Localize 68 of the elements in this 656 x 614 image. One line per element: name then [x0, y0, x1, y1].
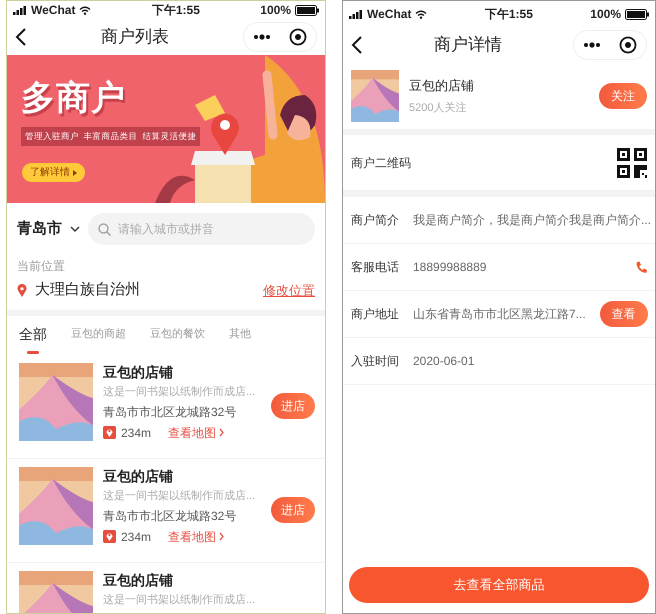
battery-icon [625, 8, 649, 20]
back-icon[interactable] [15, 28, 27, 46]
location-pin-icon [17, 284, 27, 297]
info-value: 我是商户简介，我是商户简介我是商户简介... [413, 212, 652, 229]
category-tab[interactable]: 豆包的餐饮 [150, 318, 205, 352]
store-distance: 234m [121, 528, 152, 546]
chevron-right-icon [219, 532, 224, 541]
store-name: 豆包的店铺 [103, 362, 174, 380]
battery-percent: 100% [260, 2, 291, 19]
details-button[interactable]: 了解详情 [22, 163, 85, 182]
more-icon[interactable] [253, 34, 271, 40]
info-label: 客服电话 [351, 259, 399, 276]
caret-icon [73, 170, 77, 176]
page-title: 商户详情 [434, 34, 502, 56]
carrier-name: WeChat [367, 6, 412, 23]
enter-store-button[interactable]: 进店 [271, 497, 315, 523]
location-pin-icon [103, 426, 116, 439]
chevron-right-icon [219, 428, 224, 437]
info-value: 18899988889 [413, 259, 488, 276]
info-label: 商户地址 [351, 306, 399, 323]
store-name: 豆包的店铺 [103, 570, 174, 588]
page-title: 商户列表 [101, 26, 169, 48]
battery-percent: 100% [590, 6, 621, 23]
store-name: 豆包的店铺 [409, 77, 475, 95]
view-map-link[interactable]: 查看地图 [168, 528, 224, 546]
more-icon[interactable] [583, 42, 601, 48]
follower-count: 5200人关注 [409, 100, 468, 116]
qr-code-icon[interactable] [617, 148, 647, 178]
info-value: 山东省青岛市市北区黑龙江路7... [413, 306, 586, 323]
carrier-name: WeChat [31, 2, 76, 19]
back-icon[interactable] [351, 36, 363, 54]
store-description: 这是一间书架以纸制作而成店... [103, 488, 256, 504]
category-tab[interactable]: 豆包的商超 [71, 318, 126, 352]
wifi-icon [79, 6, 92, 14]
store-name: 豆包的店铺 [103, 466, 174, 484]
banner-tagline: 管理入驻商户 丰富商品类目 结算灵活便捷 [21, 127, 200, 146]
phone-icon[interactable] [635, 260, 647, 274]
store-address: 青岛市市北区龙城路32号 [103, 508, 238, 524]
follow-button[interactable]: 关注 [599, 83, 647, 109]
signal-icon [13, 6, 27, 14]
enter-store-button[interactable]: 进店 [271, 393, 315, 419]
location-label: 当前位置 [16, 258, 66, 275]
store-description: 这是一间书架以纸制作而成店... [103, 592, 256, 608]
search-field[interactable]: 请输入城市或拼音 [88, 213, 315, 245]
banner-headline: 多商户 [21, 78, 126, 119]
category-tab[interactable]: 其他 [229, 318, 251, 352]
status-time: 下午1:55 [484, 6, 533, 23]
info-value: 2020-06-01 [413, 353, 476, 370]
battery-icon [295, 4, 319, 16]
info-label: 入驻时间 [351, 353, 399, 370]
wifi-icon [415, 10, 428, 18]
view-address-button[interactable]: 查看 [600, 301, 648, 327]
store-distance: 234m [121, 424, 152, 442]
city-selector[interactable]: 青岛市 [17, 218, 80, 240]
current-location: 大理白族自治州 [35, 280, 140, 300]
chevron-down-icon [70, 226, 80, 232]
store-picture [351, 70, 399, 122]
info-label: 商户简介 [351, 212, 399, 229]
view-map-link[interactable]: 查看地图 [168, 424, 224, 442]
change-location-link[interactable]: 修改位置 [263, 280, 315, 300]
view-all-products-button[interactable]: 去查看全部商品 [349, 567, 649, 603]
location-pin-icon [103, 530, 116, 543]
store-description: 这是一间书架以纸制作而成店... [103, 384, 256, 400]
category-tab[interactable]: 全部 [19, 316, 47, 354]
store-address: 青岛市市北区龙城路32号 [103, 404, 238, 420]
status-time: 下午1:55 [152, 2, 200, 19]
signal-icon [349, 10, 363, 18]
qr-code-label: 商户二维码 [351, 154, 412, 172]
